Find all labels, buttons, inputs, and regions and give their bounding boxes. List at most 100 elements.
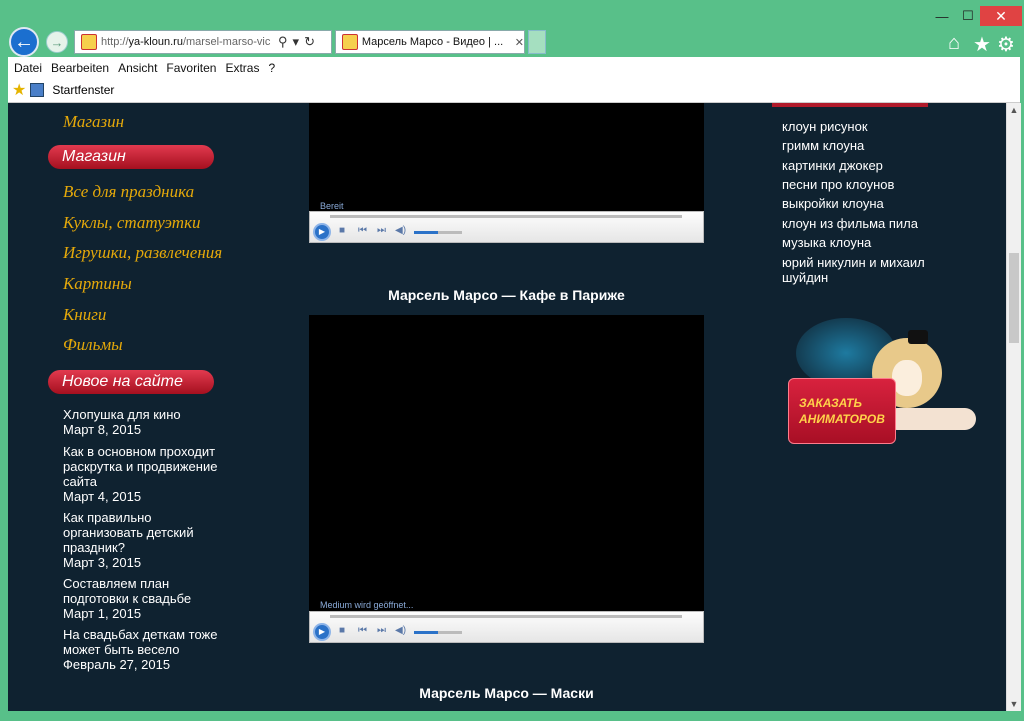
vertical-scrollbar[interactable]: ▲ ▼ bbox=[1006, 103, 1021, 711]
scroll-thumb[interactable] bbox=[1009, 253, 1019, 343]
menu-item-ansicht[interactable]: Ansicht bbox=[118, 61, 157, 75]
back-button[interactable]: ← bbox=[9, 27, 39, 57]
tab-title: Марсель Марсо - Видео | ... bbox=[361, 36, 504, 48]
volume-icon[interactable]: ◀) bbox=[395, 225, 406, 236]
right-link[interactable]: выкройки клоуна bbox=[782, 196, 952, 211]
video-player-screen[interactable] bbox=[309, 103, 704, 211]
video-title: Марсель Марсо — Маски bbox=[419, 685, 594, 701]
refresh-icon[interactable]: ↻ bbox=[304, 34, 315, 50]
post-date: Февраль 27, 2015 bbox=[63, 657, 171, 672]
volume-slider[interactable] bbox=[414, 631, 462, 634]
post-title[interactable]: На свадьбах деткам тоже может быть весел… bbox=[63, 627, 217, 657]
menu-item-extras[interactable]: Extras bbox=[225, 61, 259, 75]
order-animators-banner[interactable]: ЗАКАЗАТЬ АНИМАТОРОВ bbox=[776, 318, 976, 448]
shop-link-dolls[interactable]: Куклы, статуэтки bbox=[63, 213, 201, 233]
right-link[interactable]: гримм клоуна bbox=[782, 138, 952, 153]
post-title[interactable]: Как правильно организовать детский празд… bbox=[63, 510, 194, 555]
tab-favicon-icon bbox=[342, 34, 358, 50]
favorites-star-icon[interactable]: ★ bbox=[973, 32, 991, 57]
web-page: Магазин Магазин Все для праздника Куклы,… bbox=[8, 103, 1006, 711]
right-link[interactable]: картинки джокер bbox=[782, 158, 952, 173]
forward-button[interactable]: → bbox=[46, 31, 68, 53]
right-link[interactable]: юрий никулин и михаил шуйдин bbox=[782, 255, 952, 285]
video-controls: ▶ ■ ⏮ ⏭ ◀) bbox=[309, 211, 704, 243]
news-heading: Новое на сайте bbox=[48, 370, 214, 394]
post-date: Март 8, 2015 bbox=[63, 422, 142, 437]
shop-link-books[interactable]: Книги bbox=[63, 305, 106, 325]
seek-bar[interactable] bbox=[330, 615, 682, 618]
right-heading-fragment bbox=[772, 103, 928, 107]
shop-heading: Магазин bbox=[48, 145, 214, 169]
previous-button[interactable]: ⏮ bbox=[358, 225, 367, 236]
right-link[interactable]: клоун рисунок bbox=[782, 119, 952, 134]
startpage-icon bbox=[30, 83, 45, 97]
post-title[interactable]: Как в основном проходит раскрутка и прод… bbox=[63, 444, 217, 489]
seek-bar[interactable] bbox=[330, 215, 682, 218]
post-date: Март 3, 2015 bbox=[63, 555, 142, 570]
url-text[interactable]: http://ya-kloun.ru/marsel-marso-vic bbox=[101, 36, 273, 48]
shop-link-films[interactable]: Фильмы bbox=[63, 335, 123, 355]
scroll-down-arrow-icon[interactable]: ▼ bbox=[1007, 699, 1021, 709]
video-title: Марсель Марсо — Кафе в Париже bbox=[388, 287, 625, 303]
shop-link-all-for-party[interactable]: Все для праздника bbox=[63, 182, 194, 202]
news-post[interactable]: Составляем план подготовки к свадьбе Март… bbox=[63, 576, 223, 621]
clown-arm-image bbox=[886, 408, 976, 430]
news-post[interactable]: Как правильно организовать детский празд… bbox=[63, 510, 223, 570]
menu-item-bearbeiten[interactable]: Bearbeiten bbox=[51, 61, 109, 75]
menu-bar: Datei Bearbeiten Ansicht Favoriten Extra… bbox=[8, 57, 1020, 78]
post-title[interactable]: Хлопушка для кино bbox=[63, 407, 181, 422]
url-domain: ya-kloun.ru bbox=[128, 36, 183, 48]
new-tab-button[interactable] bbox=[528, 30, 546, 54]
site-favicon-icon bbox=[81, 34, 97, 50]
url-path: /marsel-marso-vic bbox=[182, 36, 271, 48]
close-button[interactable]: ✕ bbox=[980, 6, 1022, 26]
window-bottom-border bbox=[8, 711, 1020, 721]
address-bar[interactable]: http://ya-kloun.ru/marsel-marso-vic ⚲ ▾ … bbox=[74, 30, 332, 54]
menu-item-favoriten[interactable]: Favoriten bbox=[166, 61, 216, 75]
favorites-bar: ★ Startfenster bbox=[8, 78, 1020, 103]
tab-active[interactable]: Марсель Марсо - Видео | ... ✕ bbox=[335, 30, 525, 54]
news-post[interactable]: Хлопушка для кино Март 8, 2015 bbox=[63, 407, 223, 437]
dropdown-arrow-icon[interactable]: ▾ bbox=[293, 34, 300, 50]
video-status: Medium wird geöffnet... bbox=[320, 600, 414, 610]
right-link[interactable]: музыка клоуна bbox=[782, 235, 952, 250]
add-favorite-star-icon[interactable]: ★ bbox=[12, 80, 26, 100]
scroll-up-arrow-icon[interactable]: ▲ bbox=[1007, 105, 1021, 115]
post-date: Март 4, 2015 bbox=[63, 489, 142, 504]
menu-item-help[interactable]: ? bbox=[268, 61, 275, 75]
volume-icon[interactable]: ◀) bbox=[395, 625, 406, 636]
startpage-link[interactable]: Startfenster bbox=[52, 83, 114, 97]
maximize-button[interactable]: ☐ bbox=[954, 6, 982, 26]
play-button[interactable]: ▶ bbox=[313, 623, 331, 641]
post-date: Март 1, 2015 bbox=[63, 606, 142, 621]
news-post[interactable]: На свадьбах деткам тоже может быть весел… bbox=[63, 627, 223, 672]
menu-item-datei[interactable]: Datei bbox=[14, 61, 42, 75]
promo-line-2: АНИМАТОРОВ bbox=[799, 412, 885, 426]
right-link[interactable]: клоун из фильма пила bbox=[782, 216, 952, 231]
shop-link-toys[interactable]: Игрушки, развлечения bbox=[63, 243, 222, 263]
next-button[interactable]: ⏭ bbox=[377, 225, 386, 236]
stop-button[interactable]: ■ bbox=[339, 625, 345, 636]
volume-slider[interactable] bbox=[414, 231, 462, 234]
play-button[interactable]: ▶ bbox=[313, 223, 331, 241]
search-icon[interactable]: ⚲ bbox=[278, 34, 288, 50]
post-title[interactable]: Составляем план подготовки к свадьбе bbox=[63, 576, 191, 606]
right-link[interactable]: песни про клоунов bbox=[782, 177, 952, 192]
previous-button[interactable]: ⏮ bbox=[358, 625, 367, 636]
next-button[interactable]: ⏭ bbox=[377, 625, 386, 636]
left-top-link[interactable]: Магазин bbox=[63, 112, 124, 132]
tab-close-icon[interactable]: ✕ bbox=[515, 36, 524, 49]
home-icon[interactable]: ⌂ bbox=[948, 32, 960, 55]
url-prefix: http:// bbox=[101, 36, 129, 48]
order-animators-sign[interactable]: ЗАКАЗАТЬ АНИМАТОРОВ bbox=[788, 378, 896, 444]
promo-line-1: ЗАКАЗАТЬ bbox=[799, 396, 862, 410]
navigation-bar: ← → http://ya-kloun.ru/marsel-marso-vic … bbox=[8, 27, 1020, 57]
shop-link-pictures[interactable]: Картины bbox=[63, 274, 132, 294]
minimize-button[interactable]: — bbox=[928, 6, 956, 26]
video-status: Bereit bbox=[320, 201, 344, 211]
news-post[interactable]: Как в основном проходит раскрутка и прод… bbox=[63, 444, 223, 504]
video-controls: ▶ ■ ⏮ ⏭ ◀) bbox=[309, 611, 704, 643]
video-player-screen[interactable] bbox=[309, 315, 704, 611]
stop-button[interactable]: ■ bbox=[339, 225, 345, 236]
settings-gear-icon[interactable]: ⚙ bbox=[997, 32, 1015, 57]
